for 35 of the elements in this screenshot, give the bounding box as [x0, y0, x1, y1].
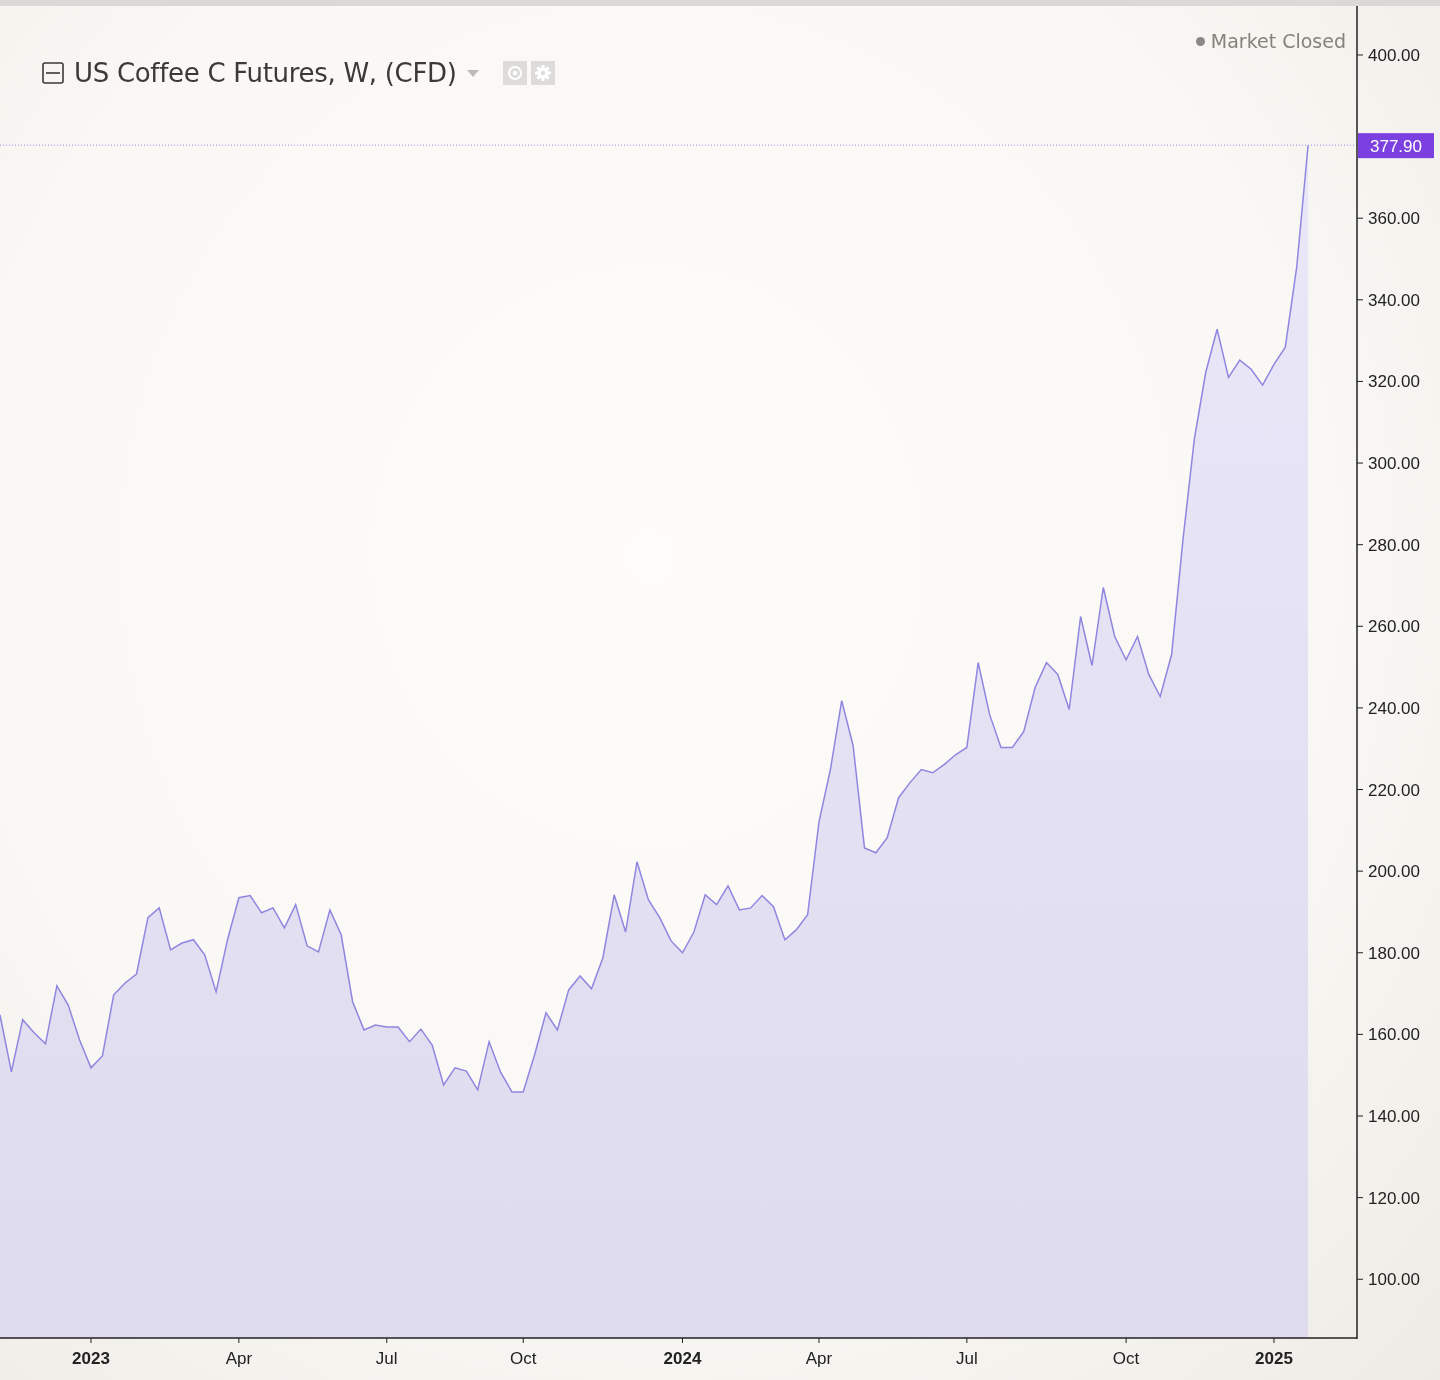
y-axis-label: 120.00 [1368, 1188, 1420, 1208]
x-axis-label: Apr [805, 1349, 833, 1368]
x-axis-label: Oct [510, 1349, 537, 1368]
y-axis-label: 400.00 [1368, 45, 1420, 65]
caret-icon[interactable] [466, 69, 479, 77]
y-axis-label: 160.00 [1368, 1025, 1420, 1045]
y-axis-label: 280.00 [1368, 535, 1420, 555]
x-axis-label: 2024 [663, 1349, 702, 1368]
y-axis-label: 100.00 [1368, 1270, 1420, 1290]
ref-line-label: 377.90 [1370, 137, 1422, 157]
collapse-icon[interactable] [42, 62, 64, 84]
y-axis-label: 140.00 [1368, 1107, 1420, 1126]
gear-icon [533, 64, 552, 82]
market-status: Market Closed [1210, 30, 1346, 52]
y-axis-label: 340.00 [1368, 290, 1420, 310]
x-axis-label: Apr [225, 1349, 253, 1368]
y-axis-label: 300.00 [1368, 454, 1420, 474]
x-axis-label: Jul [375, 1349, 398, 1368]
x-axis-label: Jul [956, 1349, 978, 1368]
y-axis-label: 220.00 [1368, 780, 1420, 800]
y-axis-label: 240.00 [1368, 698, 1420, 718]
visibility-button[interactable] [502, 61, 527, 85]
y-axis-label: 320.00 [1368, 372, 1420, 392]
x-axis-label: Oct [1112, 1349, 1140, 1368]
y-axis-label: 180.00 [1368, 943, 1420, 963]
x-axis-label: 2023 [72, 1349, 110, 1368]
price-label: 377.90 [1358, 133, 1434, 159]
x-axis-label: 2025 [1255, 1349, 1293, 1368]
y-axis-label: 200.00 [1368, 862, 1420, 882]
status-dot [1195, 36, 1205, 46]
y-axis-label: 260.00 [1368, 617, 1420, 637]
eye-icon [506, 65, 523, 81]
y-axis-label: 360.00 [1368, 209, 1420, 229]
chart-title: US Coffee C Futures, W, (CFD) [74, 58, 457, 88]
settings-button[interactable] [530, 61, 555, 85]
